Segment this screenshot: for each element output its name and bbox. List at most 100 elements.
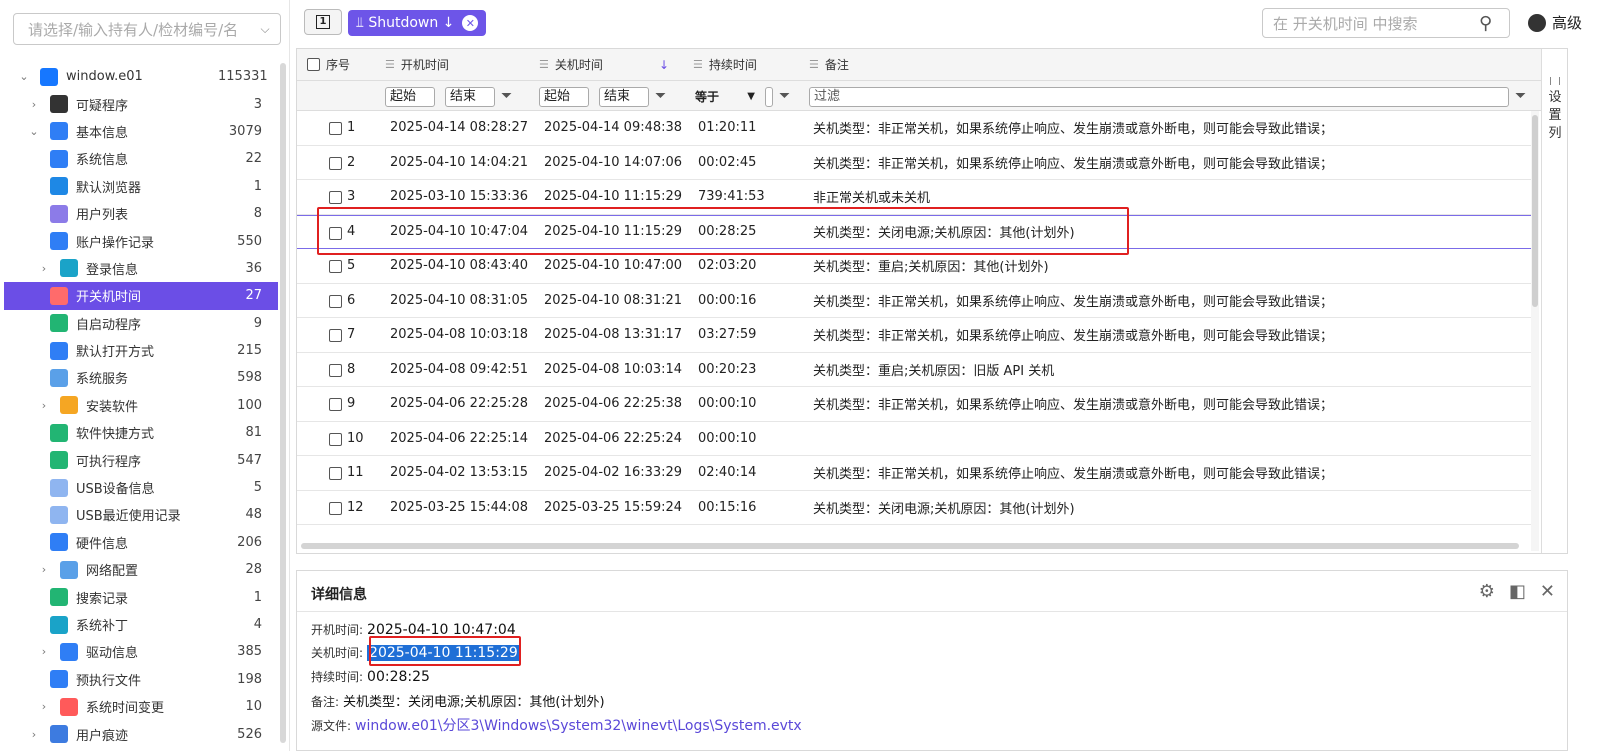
tree-item[interactable]: ⌄ window.e01 115331 xyxy=(4,63,278,90)
table-row[interactable]: 8 2025-04-08 09:42:51 2025-04-08 10:03:14 0… xyxy=(297,353,1531,387)
sort-chip[interactable]: ⫫ Shutdown ↓ ✕ xyxy=(348,10,487,36)
filter-icon[interactable]: ⏷ xyxy=(501,87,515,105)
sort-desc-icon[interactable]: ↓ xyxy=(659,58,669,72)
tree-item[interactable]: › 安装软件 100 xyxy=(4,392,278,419)
close-icon[interactable]: ✕ xyxy=(462,15,479,31)
duration-operator-select[interactable]: 等于 ▼ xyxy=(695,87,759,107)
row-checkbox[interactable] xyxy=(329,191,342,204)
row-checkbox[interactable] xyxy=(329,329,342,342)
header-duration[interactable]: ☰ 持续时间 xyxy=(693,49,805,80)
table-row[interactable]: 2 2025-04-10 14:04:21 2025-04-10 14:07:06 0… xyxy=(297,146,1531,180)
chevron-right-icon[interactable]: › xyxy=(38,645,50,658)
duration-value-filter[interactable] xyxy=(765,87,773,107)
tree-item[interactable]: › 网络配置 28 xyxy=(4,556,278,583)
drag-handle-icon[interactable]: ☰ xyxy=(539,58,549,71)
filter-icon[interactable]: ⏷ xyxy=(655,87,669,105)
chevron-right-icon[interactable]: › xyxy=(28,98,40,111)
table-search-input[interactable]: 在 开关机时间 中搜索 ⚲ xyxy=(1262,8,1510,38)
chevron-down-icon[interactable]: ⌄ xyxy=(18,70,30,83)
filter-icon[interactable]: ⏷ xyxy=(779,87,793,105)
header-start-time[interactable]: ☰ 开机时间 xyxy=(385,49,537,80)
remark-filter-input[interactable]: 过滤 xyxy=(809,87,1509,107)
row-checkbox[interactable] xyxy=(329,501,342,515)
cell-end-time: 2025-04-08 13:31:17 xyxy=(544,327,683,343)
row-checkbox[interactable] xyxy=(329,156,342,170)
cell-index: 2 xyxy=(347,154,356,170)
tree-item[interactable]: 默认打开方式 215 xyxy=(4,337,278,364)
tree-item-count: 81 xyxy=(245,425,262,441)
tree-item[interactable]: › 用户痕迹 526 xyxy=(4,720,278,747)
drag-handle-icon[interactable]: ☰ xyxy=(385,58,395,71)
tree-item[interactable]: 可执行程序 547 xyxy=(4,446,278,473)
panel-toggle-button[interactable]: 1 xyxy=(304,9,342,35)
tree-item[interactable]: 预执行文件 198 xyxy=(4,666,278,693)
table-row[interactable]: 10 2025-04-06 22:25:14 2025-04-06 22:25:24… xyxy=(297,422,1531,456)
chevron-right-icon[interactable]: › xyxy=(28,728,40,741)
tree-item[interactable]: 系统补丁 4 xyxy=(4,611,278,638)
gear-icon[interactable]: ⚙ xyxy=(1479,581,1495,602)
tree-item[interactable]: 开关机时间 27 xyxy=(4,282,278,310)
row-checkbox[interactable] xyxy=(329,398,342,411)
chevron-right-icon[interactable]: › xyxy=(38,399,50,412)
end-from-filter[interactable]: 起始 xyxy=(539,87,589,107)
tree-item[interactable]: 自启动程序 9 xyxy=(4,310,278,337)
table-row[interactable]: 12 2025-03-25 15:44:08 2025-03-25 15:59:24… xyxy=(297,491,1531,525)
tree-item[interactable]: › 系统时间变更 10 xyxy=(4,693,278,720)
highlight-box xyxy=(369,636,521,666)
cell-remark: 关机类型：关闭电源;关机原因：其他(计划外) xyxy=(813,501,1075,517)
chevron-right-icon[interactable]: › xyxy=(38,563,50,576)
tree-item[interactable]: › 可疑程序 3 xyxy=(4,90,278,117)
row-checkbox[interactable] xyxy=(329,122,342,135)
chevron-right-icon[interactable]: › xyxy=(38,262,50,275)
settings-column-panel[interactable]: 设置列 xyxy=(1541,49,1567,553)
tree-item[interactable]: 默认浏览器 1 xyxy=(4,173,278,200)
table-row[interactable]: 7 2025-04-08 10:03:18 2025-04-08 13:31:17 0… xyxy=(297,318,1531,353)
filter-icon[interactable]: ⏷ xyxy=(1515,87,1529,105)
tree-item[interactable]: 软件快捷方式 81 xyxy=(4,419,278,446)
table-row[interactable]: 6 2025-04-10 08:31:05 2025-04-10 08:31:21 0… xyxy=(297,284,1531,318)
tree-item[interactable]: 搜索记录 1 xyxy=(4,583,278,610)
table-row[interactable]: 11 2025-04-02 13:53:15 2025-04-02 16:33:29… xyxy=(297,456,1531,491)
start-to-filter[interactable]: 结束 xyxy=(445,87,495,107)
tree-item[interactable]: › 驱动信息 385 xyxy=(4,638,278,665)
advanced-search-button[interactable]: 高级 xyxy=(1528,12,1582,33)
drag-handle-icon[interactable]: ☰ xyxy=(693,58,703,71)
end-to-filter[interactable]: 结束 xyxy=(599,87,649,107)
tree-item[interactable]: 账户操作记录 550 xyxy=(4,227,278,254)
source-file-link[interactable]: window.e01\分区3\Windows\System32\winevt\L… xyxy=(355,715,802,735)
close-icon[interactable]: ✕ xyxy=(1540,581,1555,602)
row-checkbox[interactable] xyxy=(329,363,342,377)
scroll-thumb[interactable] xyxy=(1532,115,1538,307)
tree-item[interactable]: 系统信息 22 xyxy=(4,145,278,172)
table-row[interactable]: 1 2025-04-14 08:28:27 2025-04-14 09:48:38 0… xyxy=(297,111,1531,146)
tree-item[interactable]: ⌄ 基本信息 3079 xyxy=(4,118,278,145)
tree-item[interactable]: › 登录信息 36 xyxy=(4,255,278,282)
tree-item[interactable]: 硬件信息 206 xyxy=(4,529,278,556)
grid-vertical-scrollbar[interactable] xyxy=(1531,111,1539,551)
evidence-search-select[interactable]: 请选择/输入持有人/检材编号/名 ⌵ xyxy=(13,13,281,45)
tree-item[interactable]: 用户列表 8 xyxy=(4,200,278,227)
grid-horizontal-scrollbar[interactable] xyxy=(301,543,1519,549)
sidebar-scrollbar[interactable] xyxy=(280,63,286,743)
row-checkbox[interactable] xyxy=(329,432,342,446)
start-from-filter[interactable]: 起始 xyxy=(385,87,435,107)
row-checkbox[interactable] xyxy=(329,260,342,273)
chevron-right-icon[interactable]: › xyxy=(38,700,50,713)
tree-item-count: 385 xyxy=(237,644,262,660)
header-end-time[interactable]: ☰ 关机时间 ↓ xyxy=(539,49,679,80)
split-panel-icon[interactable]: ◧ xyxy=(1509,581,1526,602)
tree-item[interactable]: USB最近使用记录 48 xyxy=(4,501,278,528)
header-remark[interactable]: ☰ 备注 xyxy=(809,49,1509,80)
row-checkbox[interactable] xyxy=(329,467,342,480)
table-row[interactable]: 9 2025-04-06 22:25:28 2025-04-06 22:25:38 0… xyxy=(297,387,1531,422)
chevron-down-icon[interactable]: ⌵ xyxy=(250,22,280,37)
header-index[interactable]: 序号 xyxy=(307,49,373,80)
detail-start-label: 开机时间: xyxy=(311,623,364,637)
chevron-down-icon[interactable]: ⌄ xyxy=(28,125,40,138)
row-checkbox[interactable] xyxy=(329,294,342,308)
tree-item[interactable]: USB设备信息 5 xyxy=(4,474,278,501)
drag-handle-icon[interactable]: ☰ xyxy=(809,58,819,71)
select-all-checkbox[interactable] xyxy=(307,58,320,71)
tree-item[interactable]: 系统服务 598 xyxy=(4,364,278,391)
search-icon[interactable]: ⚲ xyxy=(1479,13,1509,34)
